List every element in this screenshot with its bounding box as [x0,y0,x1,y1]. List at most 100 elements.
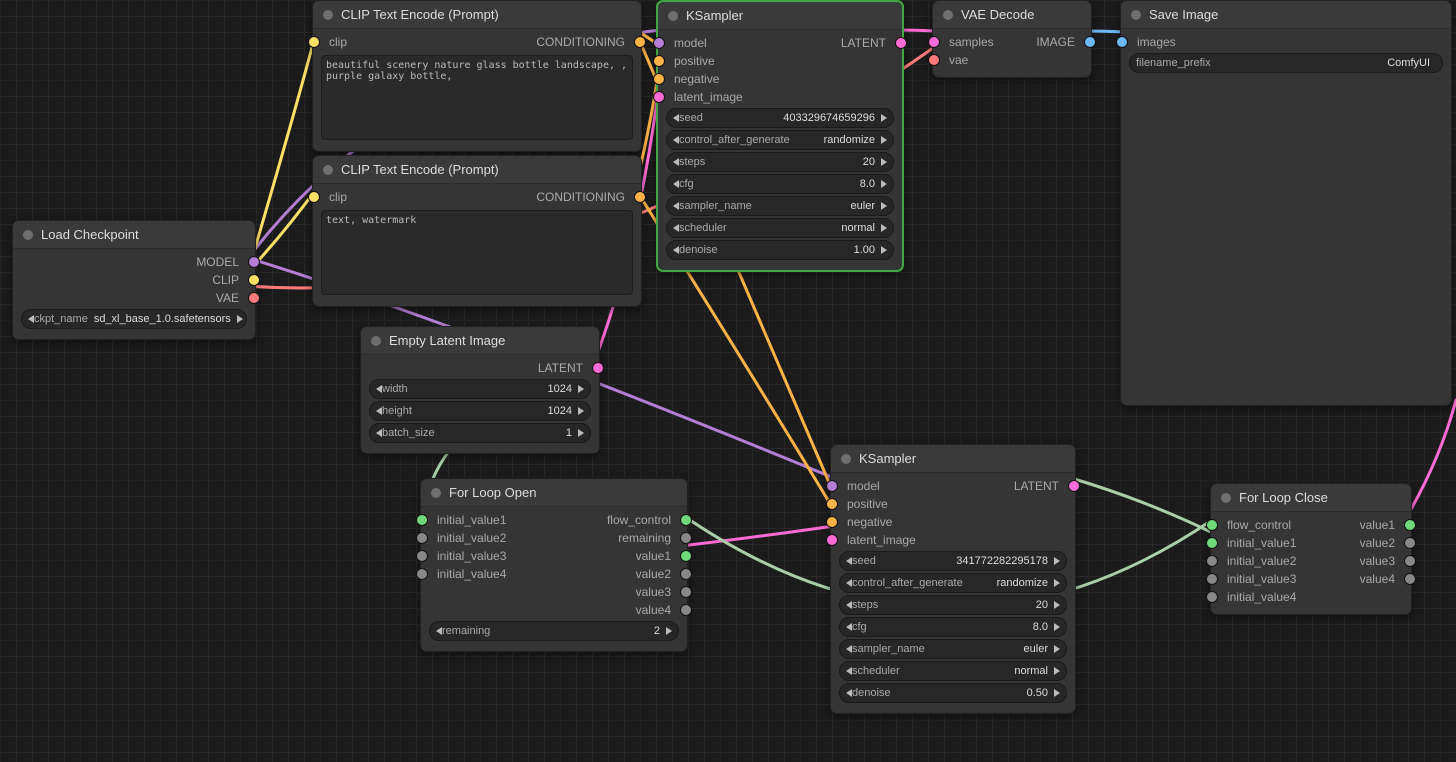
node-for-loop-close[interactable]: For Loop Close flow_controlvalue1 initia… [1210,483,1412,615]
widget-denoise[interactable]: denoise 1.00 [666,240,894,260]
widget-cfg[interactable]: cfg 8.0 [839,617,1067,637]
arrow-right-icon[interactable] [881,180,887,188]
port-value4-out[interactable] [680,604,692,616]
collapse-dot-icon[interactable] [1221,493,1231,503]
remaining-widget[interactable]: remaining 2 [429,621,679,641]
collapse-dot-icon[interactable] [943,10,953,20]
arrow-right-icon[interactable] [1054,623,1060,631]
widget-sampler_name[interactable]: sampler_name euler [839,639,1067,659]
port-positive-in[interactable] [826,498,838,510]
port-value1-out[interactable] [1404,519,1416,531]
arrow-right-icon[interactable] [1054,667,1060,675]
widget-denoise[interactable]: denoise 0.50 [839,683,1067,703]
collapse-dot-icon[interactable] [431,488,441,498]
port-flow_control-out[interactable] [680,514,692,526]
ckpt-name-widget[interactable]: ckpt_name sd_xl_base_1.0.safetensors [21,309,247,329]
collapse-dot-icon[interactable] [668,11,678,21]
port-model[interactable] [248,256,260,268]
port-remaining-out[interactable] [680,532,692,544]
port-latent_image-in[interactable] [826,534,838,546]
node-save-image[interactable]: Save Image images filename_prefix ComfyU… [1120,0,1452,406]
port-model-in[interactable] [826,480,838,492]
arrow-right-icon[interactable] [1054,557,1060,565]
arrow-right-icon[interactable] [881,158,887,166]
prompt-textarea[interactable] [321,210,633,295]
node-title[interactable]: KSampler [831,445,1075,473]
node-load-checkpoint[interactable]: Load Checkpoint MODEL CLIP VAE ckpt_name… [12,220,256,340]
arrow-right-icon[interactable] [578,385,584,393]
port-vae-in[interactable] [928,54,940,66]
collapse-dot-icon[interactable] [371,336,381,346]
port-conditioning-out[interactable] [634,191,646,203]
arrow-right-icon[interactable] [881,136,887,144]
widget-width[interactable]: width 1024 [369,379,591,399]
port-image-out[interactable] [1084,36,1096,48]
widget-scheduler[interactable]: scheduler normal [839,661,1067,681]
port-LATENT-out[interactable] [895,37,907,49]
widget-batch_size[interactable]: batch_size 1 [369,423,591,443]
widget-sampler_name[interactable]: sampler_name euler [666,196,894,216]
node-ksampler-1[interactable]: KSampler modelLATENT positive negative l… [656,0,904,272]
node-title[interactable]: For Loop Close [1211,484,1411,512]
arrow-right-icon[interactable] [1054,689,1060,697]
port-initial_value2-in[interactable] [1206,555,1218,567]
port-clip-in[interactable] [308,191,320,203]
node-title[interactable]: KSampler [658,2,902,30]
port-value4-out[interactable] [1404,573,1416,585]
port-LATENT-out[interactable] [1068,480,1080,492]
node-vae-decode[interactable]: VAE Decode samplesIMAGE vae [932,0,1092,78]
widget-scheduler[interactable]: scheduler normal [666,218,894,238]
port-conditioning-out[interactable] [634,36,646,48]
node-title[interactable]: For Loop Open [421,479,687,507]
widget-steps[interactable]: steps 20 [839,595,1067,615]
node-ksampler-2[interactable]: KSampler modelLATENT positive negative l… [830,444,1076,714]
widget-cfg[interactable]: cfg 8.0 [666,174,894,194]
port-initial_value3-in[interactable] [416,550,428,562]
arrow-right-icon[interactable] [1054,579,1060,587]
node-title[interactable]: CLIP Text Encode (Prompt) [313,1,641,29]
node-title[interactable]: VAE Decode [933,1,1091,29]
node-empty-latent[interactable]: Empty Latent Image LATENT width 1024 hei… [360,326,600,454]
arrow-right-icon[interactable] [666,627,672,635]
port-initial_value4-in[interactable] [1206,591,1218,603]
collapse-dot-icon[interactable] [1131,10,1141,20]
port-clip-in[interactable] [308,36,320,48]
port-images-in[interactable] [1116,36,1128,48]
port-value2-out[interactable] [680,568,692,580]
arrow-right-icon[interactable] [578,407,584,415]
port-latent_image-in[interactable] [653,91,665,103]
collapse-dot-icon[interactable] [323,165,333,175]
node-title[interactable]: Empty Latent Image [361,327,599,355]
arrow-right-icon[interactable] [881,224,887,232]
arrow-right-icon[interactable] [237,315,243,323]
port-samples-in[interactable] [928,36,940,48]
widget-control_after_generate[interactable]: control_after_generate randomize [839,573,1067,593]
node-clip-encode-negative[interactable]: CLIP Text Encode (Prompt) clip CONDITION… [312,155,642,307]
arrow-right-icon[interactable] [578,429,584,437]
collapse-dot-icon[interactable] [323,10,333,20]
port-flow_control-in[interactable] [1206,519,1218,531]
port-positive-in[interactable] [653,55,665,67]
port-vae[interactable] [248,292,260,304]
collapse-dot-icon[interactable] [23,230,33,240]
port-value3-out[interactable] [1404,555,1416,567]
node-for-loop-open[interactable]: For Loop Open initial_value1flow_control… [420,478,688,652]
port-initial_value4-in[interactable] [416,568,428,580]
port-value1-out[interactable] [680,550,692,562]
node-title[interactable]: Load Checkpoint [13,221,255,249]
node-title[interactable]: Save Image [1121,1,1451,29]
port-negative-in[interactable] [653,73,665,85]
port-initial_value1-in[interactable] [1206,537,1218,549]
widget-height[interactable]: height 1024 [369,401,591,421]
port-value3-out[interactable] [680,586,692,598]
widget-seed[interactable]: seed 403329674659296 [666,108,894,128]
arrow-right-icon[interactable] [1054,645,1060,653]
prompt-textarea[interactable] [321,55,633,140]
arrow-right-icon[interactable] [881,114,887,122]
port-latent-out[interactable] [592,362,604,374]
arrow-right-icon[interactable] [881,246,887,254]
port-initial_value3-in[interactable] [1206,573,1218,585]
port-initial_value1-in[interactable] [416,514,428,526]
port-negative-in[interactable] [826,516,838,528]
port-clip[interactable] [248,274,260,286]
